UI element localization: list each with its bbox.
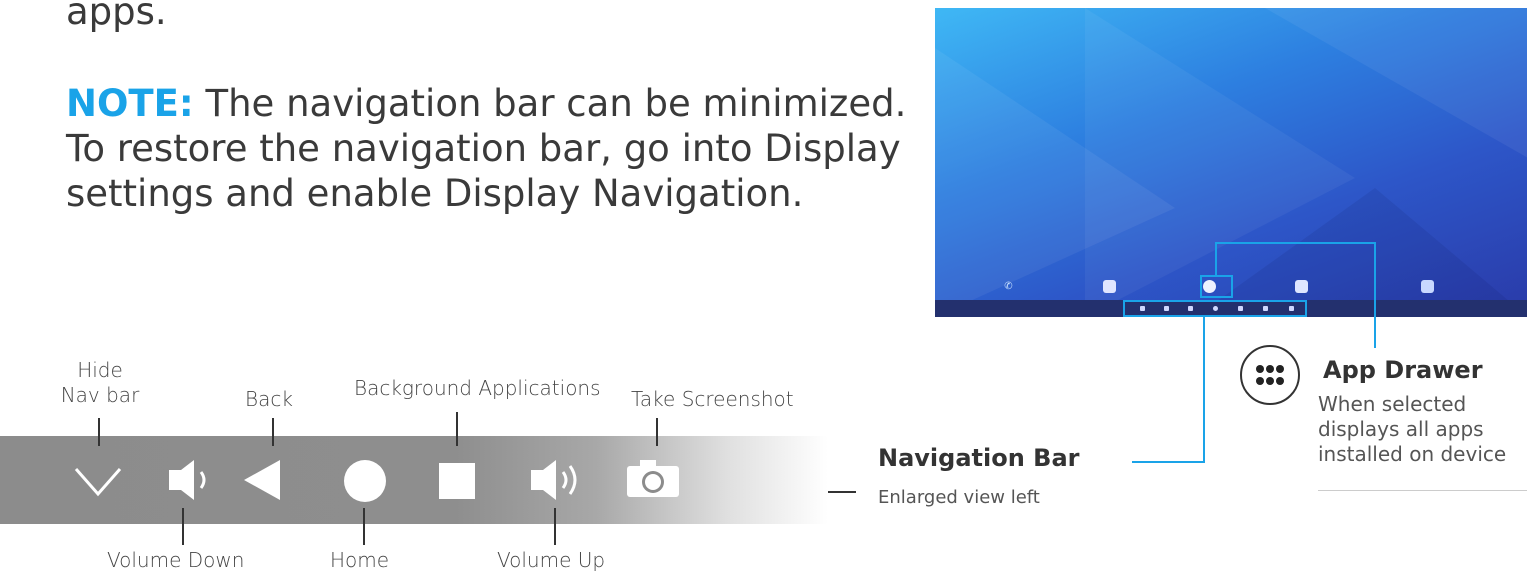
tick-back	[272, 418, 274, 446]
chevron-down-icon[interactable]	[74, 468, 122, 497]
tick-volume-down	[182, 508, 184, 545]
app-drawer-highlight	[1200, 275, 1233, 298]
label-back: Back	[245, 387, 293, 411]
label-take-screenshot: Take Screenshot	[631, 387, 794, 411]
note-paragraph: NOTE: The navigation bar can be minimize…	[66, 81, 916, 216]
app-drawer-desc-line1: When selected	[1318, 392, 1467, 416]
label-hide: Hide	[77, 358, 123, 382]
device-screen-mockup: ✆	[935, 8, 1527, 317]
app-drawer-connector-v1	[1215, 242, 1217, 276]
navigation-bar-subtitle: Enlarged view left	[878, 487, 1040, 508]
home-circle-icon[interactable]	[344, 460, 386, 502]
navigation-bar-title: Navigation Bar	[878, 444, 1080, 472]
intro-text: apps.	[66, 0, 167, 33]
phone-icon[interactable]: ✆	[1002, 280, 1015, 293]
label-nav-bar: Nav bar	[60, 383, 140, 407]
label-background-applications: Background Applications	[354, 376, 601, 400]
note-keyword: NOTE:	[66, 82, 194, 125]
nav-bar-connector-v	[1203, 317, 1205, 462]
volume-up-icon[interactable]	[531, 460, 577, 500]
tick-hide	[98, 418, 100, 446]
app-drawer-connector-h	[1215, 242, 1375, 244]
app-drawer-description: When selected displays all apps installe…	[1318, 392, 1527, 491]
app-drawer-desc-line3: installed on device	[1318, 442, 1507, 466]
app-drawer-title: App Drawer	[1323, 356, 1483, 384]
wallpaper-pattern	[935, 8, 1527, 317]
tick-volume-up	[554, 508, 556, 545]
app-drawer-connector-v2	[1374, 242, 1376, 348]
label-home: Home	[330, 548, 390, 572]
nav-bar-highlight	[1123, 300, 1307, 317]
messages-icon[interactable]	[1103, 280, 1116, 293]
tick-background-applications	[456, 412, 458, 446]
volume-down-icon[interactable]	[169, 460, 206, 500]
contacts-icon[interactable]	[1295, 280, 1308, 293]
enlarged-navigation-bar	[0, 436, 828, 524]
app-drawer-desc-line2: displays all apps	[1318, 417, 1484, 441]
tick-take-screenshot	[656, 418, 658, 446]
recents-square-icon[interactable]	[439, 463, 475, 499]
label-volume-down: Volume Down	[107, 548, 245, 572]
app-drawer-dots-icon[interactable]	[1240, 345, 1300, 405]
camera-app-icon[interactable]	[1421, 280, 1434, 293]
nav-bar-connector-h	[1132, 461, 1205, 463]
label-volume-up: Volume Up	[497, 548, 606, 572]
tick-home	[363, 508, 365, 545]
back-triangle-icon[interactable]	[244, 460, 280, 500]
camera-icon[interactable]	[627, 460, 679, 497]
